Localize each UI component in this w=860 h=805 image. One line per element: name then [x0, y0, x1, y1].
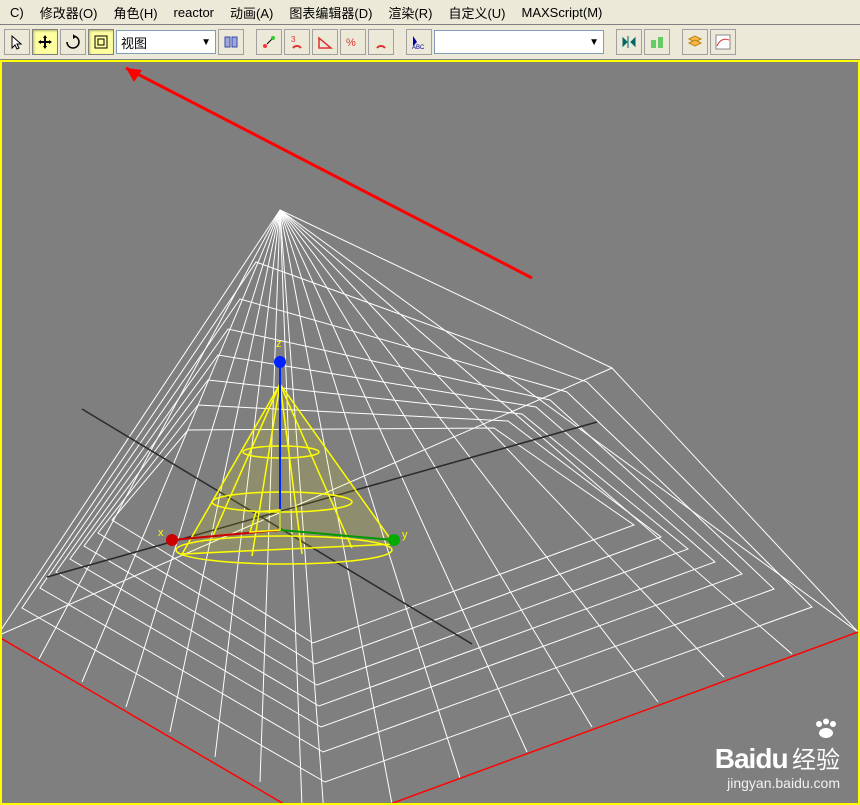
snap-icon: 3 — [289, 34, 305, 50]
move-icon — [37, 34, 53, 50]
mirror-button[interactable] — [616, 29, 642, 55]
dropdown-value: 视图 — [121, 33, 147, 52]
select-and-manipulate-button[interactable] — [256, 29, 282, 55]
menu-item-c[interactable]: C) — [2, 3, 32, 22]
gizmo-x-label: x — [158, 527, 164, 539]
svg-text:ABC: ABC — [412, 45, 425, 50]
scale-icon — [93, 34, 109, 50]
rotate-icon — [65, 34, 81, 50]
spinner-snap-icon — [373, 34, 389, 50]
percent-snap-icon: % — [345, 34, 361, 50]
named-selection-dropdown[interactable]: ▼ — [434, 30, 604, 54]
menu-item-character[interactable]: 角色(H) — [106, 1, 166, 24]
select-and-scale-button[interactable] — [88, 29, 114, 55]
percent-snap-button[interactable]: % — [340, 29, 366, 55]
menu-item-animation[interactable]: 动画(A) — [222, 1, 281, 24]
arrow-abc-icon: ABC — [411, 34, 427, 50]
menu-item-modifiers[interactable]: 修改器(O) — [32, 1, 106, 24]
curve-editor-button[interactable] — [710, 29, 736, 55]
gizmo-z-label: z — [276, 338, 282, 350]
viewport-scene: z x y — [2, 62, 858, 803]
angle-snap-button[interactable] — [312, 29, 338, 55]
menu-item-maxscript[interactable]: MAXScript(M) — [514, 3, 611, 22]
select-and-move-button[interactable] — [32, 29, 58, 55]
cursor-icon — [9, 34, 25, 50]
menu-item-graph-editors[interactable]: 图表编辑器(D) — [281, 1, 380, 24]
gizmo-y-label: y — [402, 529, 408, 541]
layers-icon — [687, 34, 703, 50]
menu-item-customize[interactable]: 自定义(U) — [440, 1, 513, 24]
svg-text:%: % — [346, 37, 356, 49]
select-object-button[interactable] — [4, 29, 30, 55]
spinner-snap-button[interactable] — [368, 29, 394, 55]
named-selection-sets-button[interactable]: ABC — [406, 29, 432, 55]
menu-bar: C) 修改器(O) 角色(H) reactor 动画(A) 图表编辑器(D) 渲… — [0, 0, 860, 25]
select-and-rotate-button[interactable] — [60, 29, 86, 55]
menu-item-reactor[interactable]: reactor — [166, 3, 222, 22]
reference-coord-system-dropdown[interactable]: 视图 ▼ — [116, 30, 216, 54]
chevron-down-icon: ▼ — [589, 37, 599, 48]
pivot-icon — [223, 34, 239, 50]
angle-snap-icon — [317, 34, 333, 50]
layer-manager-button[interactable] — [682, 29, 708, 55]
curve-icon — [715, 34, 731, 50]
use-pivot-point-button[interactable] — [218, 29, 244, 55]
manipulate-icon — [261, 34, 277, 50]
svg-text:3: 3 — [291, 35, 296, 44]
menu-item-rendering[interactable]: 渲染(R) — [380, 1, 440, 24]
align-icon — [649, 34, 665, 50]
align-button[interactable] — [644, 29, 670, 55]
perspective-viewport[interactable]: z x y Baidu 经验 jingyan.baidu.com — [0, 60, 860, 805]
chevron-down-icon: ▼ — [201, 37, 211, 48]
snap-toggle-button[interactable]: 3 — [284, 29, 310, 55]
main-toolbar: 视图 ▼ 3 % ABC ▼ — [0, 25, 860, 60]
mirror-icon — [621, 34, 637, 50]
